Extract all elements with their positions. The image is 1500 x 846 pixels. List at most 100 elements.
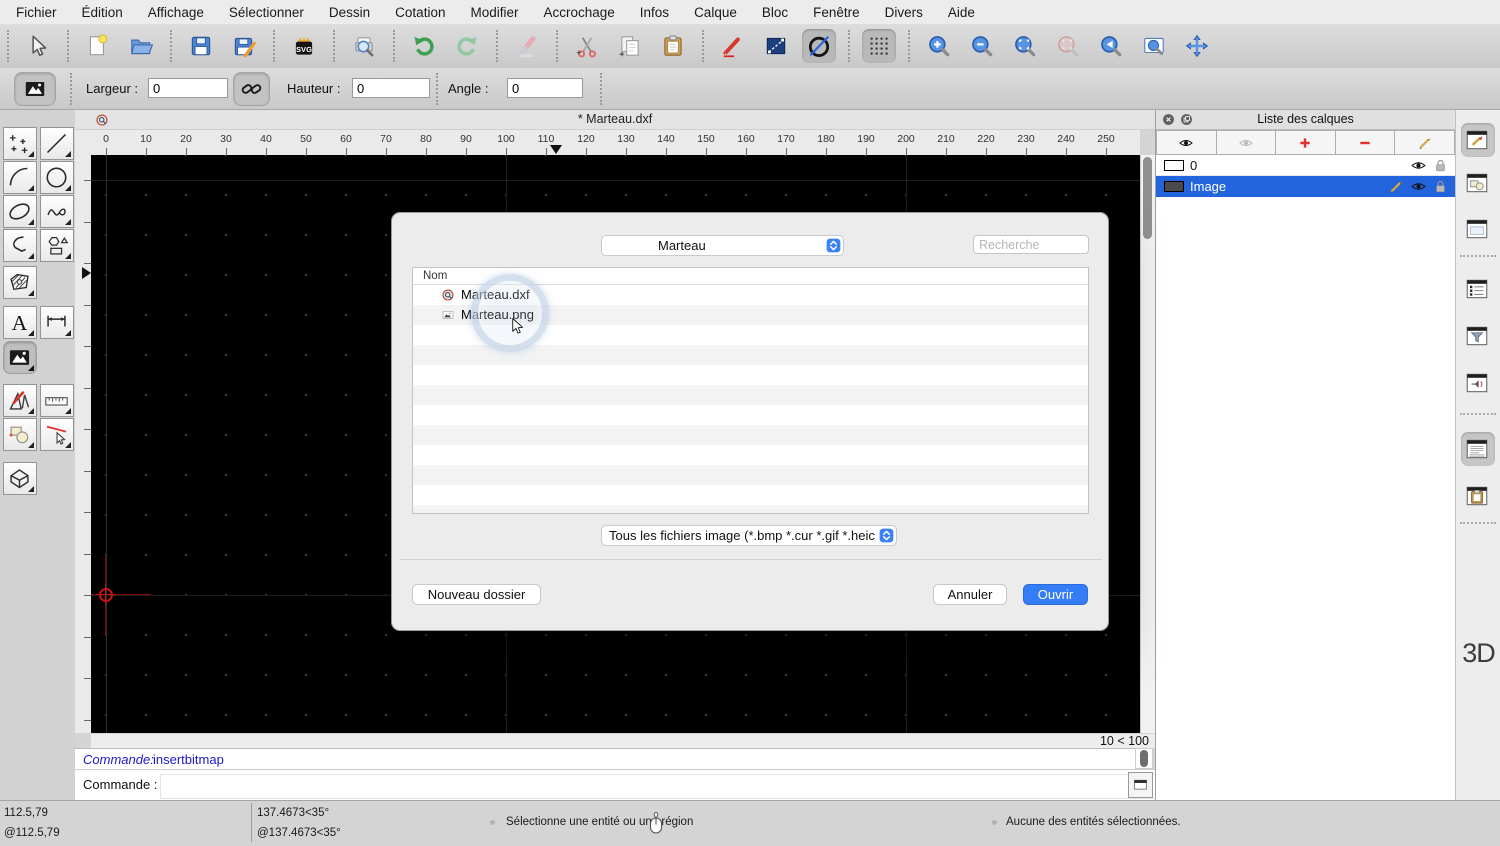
- menu-infos[interactable]: Infos: [640, 5, 669, 20]
- cut-button[interactable]: [570, 29, 604, 63]
- history-scrollbar[interactable]: [1135, 748, 1153, 769]
- selection-button[interactable]: [759, 29, 793, 63]
- open-folder-button[interactable]: [124, 29, 158, 63]
- pen-button[interactable]: [716, 29, 750, 63]
- scrollbar-thumb[interactable]: [1143, 157, 1152, 239]
- clipboard-panel-button[interactable]: [1461, 479, 1495, 513]
- grid-button[interactable]: [862, 29, 896, 63]
- new-folder-button[interactable]: Nouveau dossier: [412, 584, 541, 605]
- zoom-auto-button[interactable]: [1008, 29, 1042, 63]
- scrollbar-thumb[interactable]: [1140, 750, 1148, 767]
- menu-fichier[interactable]: Fichier: [16, 5, 57, 20]
- zoom-window-button[interactable]: [1137, 29, 1171, 63]
- eye-dim-icon: [1238, 135, 1254, 151]
- zoom-in-button[interactable]: [922, 29, 956, 63]
- library-panel-button[interactable]: [1461, 212, 1495, 246]
- menu-calque[interactable]: Calque: [694, 5, 737, 20]
- search-input[interactable]: [973, 235, 1089, 254]
- link-dimensions-button[interactable]: [233, 72, 270, 106]
- location-dropdown[interactable]: Marteau: [601, 235, 844, 256]
- solid-tool-button[interactable]: [3, 462, 37, 495]
- zoom-back-button[interactable]: [1094, 29, 1128, 63]
- menu-selectionner[interactable]: Sélectionner: [229, 5, 304, 20]
- pencil-icon[interactable]: [1388, 178, 1405, 195]
- menu-affichage[interactable]: Affichage: [148, 5, 204, 20]
- layers-panel-button[interactable]: [1461, 123, 1495, 157]
- menu-aide[interactable]: Aide: [948, 5, 975, 20]
- layer-row-image[interactable]: Image: [1156, 176, 1455, 197]
- layer-visibility-eye-icon[interactable]: [1410, 178, 1427, 195]
- modify-tool-button[interactable]: [40, 418, 74, 451]
- plus-layer-button[interactable]: [1276, 130, 1336, 155]
- line-tool-button[interactable]: [40, 127, 74, 160]
- property-panel-button[interactable]: [1461, 272, 1495, 306]
- circle-tool-button[interactable]: [40, 161, 74, 194]
- command-line-toggle-button[interactable]: [1128, 772, 1153, 798]
- pencil-layer-button[interactable]: [1395, 130, 1455, 155]
- layer-color-swatch[interactable]: [1164, 160, 1184, 171]
- arc-tool-button[interactable]: [3, 161, 37, 194]
- ellipse-icon: [6, 198, 33, 225]
- command-input[interactable]: [160, 774, 1201, 799]
- ellipse-tool-button[interactable]: [3, 195, 37, 228]
- redo-button[interactable]: [450, 29, 484, 63]
- layer-visibility-eye-icon[interactable]: [1410, 157, 1427, 174]
- layer-row-0[interactable]: 0: [1156, 155, 1455, 176]
- menu-dessin[interactable]: Dessin: [329, 5, 370, 20]
- cancel-button[interactable]: Annuler: [933, 584, 1007, 605]
- save-button[interactable]: [184, 29, 218, 63]
- blocks-panel-button[interactable]: [1461, 166, 1495, 200]
- zoom-out-button[interactable]: [965, 29, 999, 63]
- minus-layer-button[interactable]: [1336, 130, 1396, 155]
- polyline-tool-button[interactable]: [3, 229, 37, 262]
- image-tool-button[interactable]: [14, 72, 56, 106]
- paste-button[interactable]: [656, 29, 690, 63]
- undo-button[interactable]: [407, 29, 441, 63]
- draft-mode-button[interactable]: [802, 29, 836, 63]
- print-preview-button[interactable]: [347, 29, 381, 63]
- eye-all-button[interactable]: [1217, 130, 1277, 155]
- measure-tool-button[interactable]: [40, 384, 74, 417]
- new-file-button[interactable]: [81, 29, 115, 63]
- angle-input[interactable]: [507, 78, 583, 98]
- block-tool-button[interactable]: [3, 418, 37, 451]
- canvas-vertical-scrollbar[interactable]: [1140, 155, 1155, 733]
- zoom-previous-button[interactable]: [1051, 29, 1085, 63]
- command-panel-button[interactable]: [1461, 366, 1495, 400]
- misc-tool-button[interactable]: [3, 384, 37, 417]
- point-tool-button[interactable]: [3, 127, 37, 160]
- threed-section-label[interactable]: 3D: [1456, 638, 1500, 669]
- open-button[interactable]: Ouvrir: [1023, 584, 1088, 605]
- filter-panel-button[interactable]: [1461, 319, 1495, 353]
- copy-button[interactable]: [613, 29, 647, 63]
- pointer-button[interactable]: [21, 29, 55, 63]
- save-as-button[interactable]: [227, 29, 261, 63]
- spline-tool-button[interactable]: [40, 195, 74, 228]
- menu-fenetre[interactable]: Fenêtre: [813, 5, 860, 20]
- menu-edition[interactable]: Édition: [82, 5, 123, 20]
- width-input[interactable]: [148, 78, 228, 98]
- eraser-button[interactable]: [510, 29, 544, 63]
- file-type-dropdown[interactable]: Tous les fichiers image (*.bmp *.cur *.g…: [601, 525, 897, 546]
- command-prompt-row: Commande :: [75, 769, 1155, 800]
- menu-modifier[interactable]: Modifier: [470, 5, 518, 20]
- plus-red-icon: [1297, 135, 1313, 151]
- layer-color-swatch[interactable]: [1164, 181, 1184, 192]
- menu-cotation[interactable]: Cotation: [395, 5, 445, 20]
- menu-accrochage[interactable]: Accrochage: [543, 5, 614, 20]
- svg-export-button[interactable]: SVG: [287, 29, 321, 63]
- menu-bloc[interactable]: Bloc: [762, 5, 788, 20]
- text-tool-button[interactable]: A: [3, 306, 37, 339]
- zoom-pan-button[interactable]: [1180, 29, 1214, 63]
- axis-gridline: [106, 155, 107, 733]
- info-panel-button[interactable]: [1461, 432, 1495, 466]
- height-input[interactable]: [352, 78, 430, 98]
- eye-button[interactable]: [1156, 130, 1217, 155]
- layer-lock-icon[interactable]: [1432, 157, 1449, 174]
- menu-divers[interactable]: Divers: [885, 5, 923, 20]
- layer-lock-icon[interactable]: [1432, 178, 1449, 195]
- image-tool-button[interactable]: [3, 341, 37, 374]
- dimension-tool-button[interactable]: [40, 306, 74, 339]
- shape-tool-button[interactable]: [40, 229, 74, 262]
- hatch-tool-button[interactable]: [3, 266, 37, 299]
